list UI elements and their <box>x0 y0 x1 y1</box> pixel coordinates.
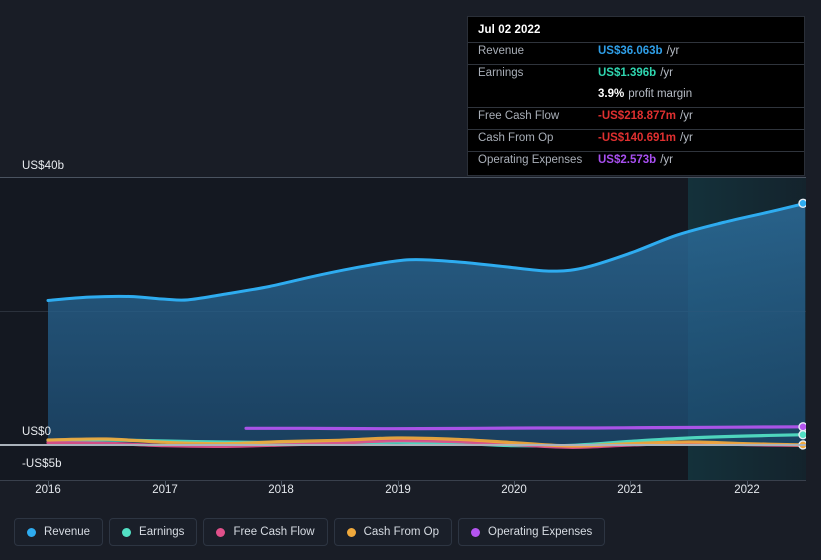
tooltip-row-value-group: -US$218.877m/yr <box>598 110 693 122</box>
tooltip-row-unit: profit margin <box>628 88 693 100</box>
x-axis-label-2019: 2019 <box>385 484 411 496</box>
tooltip-row-label: Operating Expenses <box>478 154 583 166</box>
tooltip-row-unit: /yr <box>680 132 693 144</box>
x-axis-label-2022: 2022 <box>734 484 760 496</box>
tooltip-row-label: Cash From Op <box>478 132 554 144</box>
zero-baseline <box>0 444 806 446</box>
legend-item-operating-expenses[interactable]: Operating Expenses <box>458 518 606 546</box>
legend-item-label: Free Cash Flow <box>233 526 315 538</box>
tooltip-row-value-group: US$1.396b/yr <box>598 67 673 79</box>
legend-item-label: Operating Expenses <box>488 526 593 538</box>
tooltip-row-value: US$2.573b <box>598 154 657 166</box>
tooltip-row-value-group: 3.9% profit margin <box>598 88 692 100</box>
tooltip-row-value-group: -US$140.691m/yr <box>598 132 693 144</box>
tooltip-row-label: Free Cash Flow <box>478 110 560 122</box>
legend-item-free-cash-flow[interactable]: Free Cash Flow <box>203 518 328 546</box>
tooltip-row-value: US$36.063b <box>598 45 663 57</box>
tooltip-row-unit: /yr <box>680 110 693 122</box>
y-axis-label-zero: US$0 <box>22 426 52 438</box>
tooltip-row-value-group: US$36.063b/yr <box>598 45 679 57</box>
series-area-revenue <box>48 203 806 446</box>
x-axis-label-2016: 2016 <box>35 484 61 496</box>
legend-item-earnings[interactable]: Earnings <box>109 518 198 546</box>
tooltip-row-value: US$1.396b <box>598 67 657 79</box>
tooltip-row: Revenue US$36.063b/yr <box>468 42 804 64</box>
legend-item-cash-from-op[interactable]: Cash From Op <box>333 518 453 546</box>
tooltip-row-label: Earnings <box>478 67 524 79</box>
legend-item-label: Earnings <box>139 526 185 538</box>
legend-color-dot-icon <box>471 527 481 537</box>
legend-item-label: Revenue <box>44 526 91 538</box>
y-axis-label-top: US$40b <box>22 160 65 172</box>
chart-screenshot: US$40b US$0 -US$5b 2016 2017 2018 2019 2020 2… <box>0 0 821 560</box>
x-axis-label-2017: 2017 <box>152 484 178 496</box>
plot-area <box>0 177 806 481</box>
chart-plot-svg <box>46 198 806 450</box>
tooltip-row-unit: /yr <box>660 67 673 79</box>
data-tooltip: Jul 02 2022 Revenue US$36.063b/yr Earnings… <box>467 16 805 176</box>
series-endpoint-marker-earnings <box>798 429 806 440</box>
legend-color-dot-icon <box>216 527 226 537</box>
x-axis-label-2021: 2021 <box>617 484 643 496</box>
tooltip-row-unit: /yr <box>666 45 680 57</box>
tooltip-date: Jul 02 2022 <box>478 24 541 36</box>
tooltip-row: Cash From Op -US$140.691m/yr <box>468 129 804 151</box>
x-axis-label-2018: 2018 <box>268 484 294 496</box>
tooltip-row-value-group: US$2.573b/yr <box>598 154 673 166</box>
legend-color-dot-icon <box>27 527 36 537</box>
tooltip-row-value: -US$218.877m <box>598 110 676 122</box>
legend-color-dot-icon <box>346 527 356 537</box>
axis-bottom-line <box>0 480 806 481</box>
tooltip-row-value: -US$140.691m <box>598 132 676 144</box>
tooltip-row: 3.9% profit margin <box>468 86 804 107</box>
x-axis-label-2020: 2020 <box>501 484 527 496</box>
tooltip-row: Free Cash Flow -US$218.877m/yr <box>468 107 804 129</box>
legend-item-label: Cash From Op <box>363 526 440 538</box>
y-axis-label-bottom: -US$5b <box>22 458 62 470</box>
series-line-operating-expenses <box>244 425 806 431</box>
legend-color-dot-icon <box>122 527 132 537</box>
tooltip-row: Earnings US$1.396b/yr <box>468 64 804 86</box>
tooltip-row-value: 3.9% <box>598 88 625 100</box>
tooltip-row: Operating Expenses US$2.573b/yr <box>468 151 804 173</box>
legend-item-revenue[interactable]: Revenue <box>14 518 104 546</box>
chart-legend[interactable]: Revenue Earnings Free Cash Flow Cash From O… <box>14 518 606 546</box>
series-endpoint-marker-revenue <box>798 198 806 208</box>
series-endpoint-marker-operating-expenses <box>798 422 806 432</box>
tooltip-rows: Revenue US$36.063b/yr Earnings US$1.396b/yr… <box>468 42 804 173</box>
tooltip-row-label: Revenue <box>478 45 525 57</box>
tooltip-row-unit: /yr <box>660 154 673 166</box>
